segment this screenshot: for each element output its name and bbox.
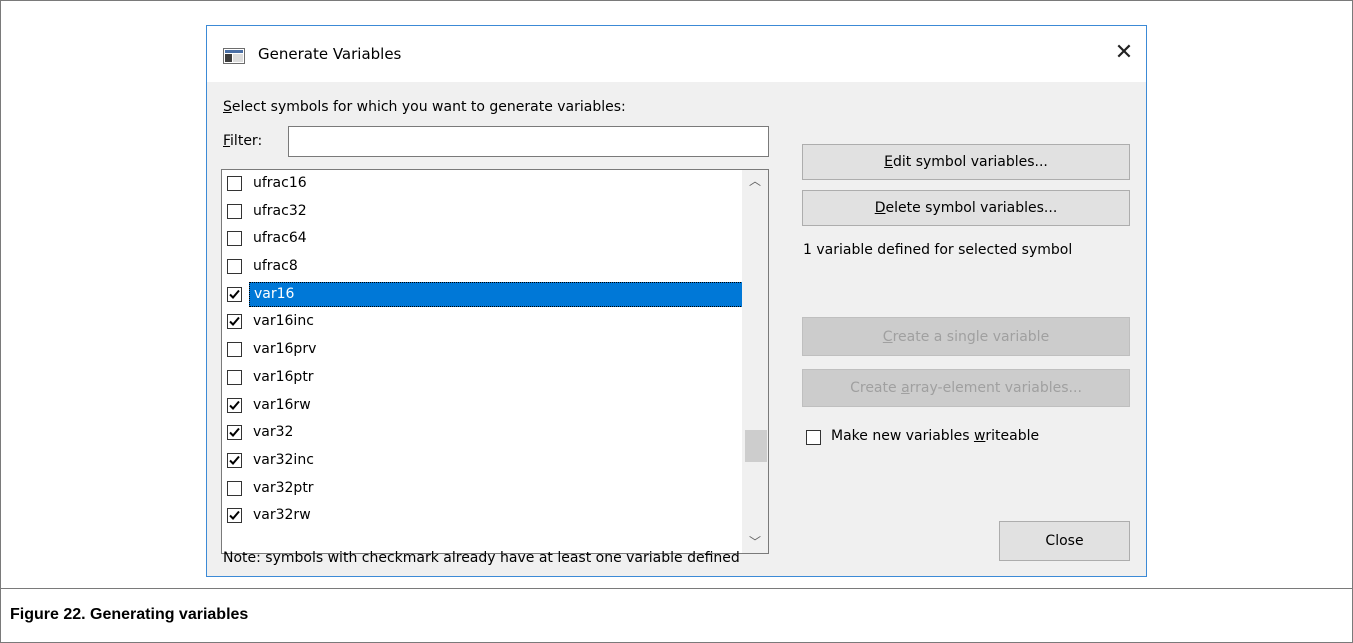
- list-item[interactable]: ufrac64: [222, 225, 743, 253]
- writeable-checkbox[interactable]: [806, 430, 821, 445]
- edit-symbol-variables-button[interactable]: Edit symbol variables...: [802, 144, 1130, 180]
- list-item[interactable]: var16: [222, 281, 743, 309]
- list-item[interactable]: var16ptr: [222, 364, 743, 392]
- symbol-name: var16prv: [253, 341, 317, 358]
- symbol-checkbox[interactable]: [227, 425, 242, 441]
- list-item[interactable]: var32inc: [222, 447, 743, 475]
- symbol-name: var32: [253, 424, 294, 441]
- symbol-checkbox[interactable]: [227, 397, 242, 413]
- checkmark-icon: [229, 511, 240, 521]
- checkmark-icon: [229, 317, 240, 327]
- checkmark-icon: [229, 400, 240, 410]
- close-button[interactable]: Close: [999, 521, 1130, 561]
- symbol-name: var16inc: [253, 313, 314, 330]
- list-item[interactable]: var32ptr: [222, 475, 743, 503]
- list-item[interactable]: ufrac8: [222, 253, 743, 281]
- list-scrollbar[interactable]: ︿ ﹀: [742, 170, 768, 553]
- checkmark-icon: [229, 428, 240, 438]
- list-item[interactable]: var16inc: [222, 308, 743, 336]
- symbol-name: ufrac16: [253, 175, 307, 191]
- instruction-mnemonic: S: [223, 99, 232, 115]
- symbol-name: var32ptr: [253, 479, 314, 496]
- symbol-checkbox[interactable]: [227, 508, 242, 524]
- figure-caption-bar: Figure 22. Generating variables: [1, 588, 1352, 643]
- instruction-text: elect symbols for which you want to gene…: [231, 99, 626, 115]
- symbol-checkbox[interactable]: [227, 342, 242, 358]
- symbol-name: var16rw: [253, 396, 311, 413]
- symbol-checkbox[interactable]: [227, 369, 242, 385]
- symbol-name: var16: [249, 281, 743, 307]
- scroll-thumb[interactable]: [745, 430, 767, 462]
- symbol-checkbox[interactable]: [227, 286, 242, 302]
- symbol-checkbox[interactable]: [227, 452, 242, 468]
- instruction-label: Select symbols for which you want to gen…: [223, 99, 626, 115]
- list-item[interactable]: var16rw: [222, 392, 743, 420]
- delete-button-label: elete symbol variables...: [885, 200, 1058, 216]
- list-item[interactable]: var32rw: [222, 502, 743, 530]
- filter-input[interactable]: [288, 126, 769, 157]
- symbol-list[interactable]: ufrac16 ufrac32 ufrac64 ufrac8 var16 var16inc…: [221, 169, 769, 554]
- list-item[interactable]: var16prv: [222, 336, 743, 364]
- generate-variables-dialog: Generate Variables ✕ Select symbols for …: [206, 25, 1147, 577]
- symbol-checkbox[interactable]: [227, 231, 242, 247]
- symbol-checkbox[interactable]: [227, 176, 242, 191]
- writeable-label-b: riteable: [985, 428, 1040, 444]
- symbol-checkbox[interactable]: [227, 259, 242, 275]
- delete-symbol-variables-button[interactable]: Delete symbol variables...: [802, 190, 1130, 226]
- array-mnemonic: a: [901, 380, 910, 396]
- symbol-name: ufrac64: [253, 230, 307, 247]
- writeable-label-a: Make new variables: [831, 428, 974, 444]
- symbol-name: var32inc: [253, 451, 314, 468]
- writeable-label: Make new variables writeable: [831, 428, 1039, 444]
- figure-frame: Generate Variables ✕ Select symbols for …: [0, 0, 1353, 643]
- figure-caption: Figure 22. Generating variables: [10, 606, 249, 623]
- window-app-icon: [223, 48, 245, 64]
- symbol-name: var32rw: [253, 507, 311, 524]
- single-button-label: reate a single variable: [892, 328, 1050, 345]
- scroll-down-icon[interactable]: ﹀: [742, 531, 768, 553]
- dialog-title: Generate Variables: [258, 45, 402, 63]
- delete-mnemonic: D: [874, 200, 886, 216]
- close-icon[interactable]: ✕: [1109, 38, 1139, 68]
- symbol-name: ufrac8: [253, 258, 298, 275]
- filter-mnemonic: F: [223, 133, 231, 149]
- array-button-label-b: rray-element variables...: [909, 380, 1082, 396]
- symbol-checkbox[interactable]: [227, 480, 242, 496]
- checkmark-icon: [229, 289, 240, 299]
- filter-label-text: ilter:: [230, 133, 263, 149]
- single-mnemonic: C: [882, 328, 893, 345]
- filter-label: Filter:: [223, 133, 262, 149]
- title-bar: Generate Variables ✕: [207, 26, 1146, 82]
- symbol-name: ufrac32: [253, 202, 307, 219]
- list-item[interactable]: ufrac32: [222, 198, 743, 226]
- array-button-label-a: Create: [850, 380, 902, 396]
- list-item[interactable]: var32: [222, 419, 743, 447]
- edit-mnemonic: E: [884, 154, 893, 170]
- list-item[interactable]: ufrac16: [222, 170, 743, 198]
- edit-button-label: dit symbol variables...: [893, 154, 1048, 170]
- checkmark-icon: [229, 455, 240, 465]
- symbol-checkbox[interactable]: [227, 314, 242, 330]
- scroll-up-icon[interactable]: ︿: [742, 170, 768, 192]
- writeable-mnemonic: w: [973, 428, 986, 444]
- create-array-element-variables-button[interactable]: Create array-element variables...: [802, 369, 1130, 407]
- selected-symbol-info: 1 variable defined for selected symbol: [803, 242, 1073, 258]
- symbol-name: var16ptr: [253, 368, 314, 385]
- symbol-checkbox[interactable]: [227, 203, 242, 219]
- note-text: Note: symbols with checkmark already hav…: [223, 550, 740, 566]
- symbol-list-items: ufrac16 ufrac32 ufrac64 ufrac8 var16 var16inc…: [222, 170, 743, 530]
- create-single-variable-button[interactable]: Create a single variable: [802, 317, 1130, 356]
